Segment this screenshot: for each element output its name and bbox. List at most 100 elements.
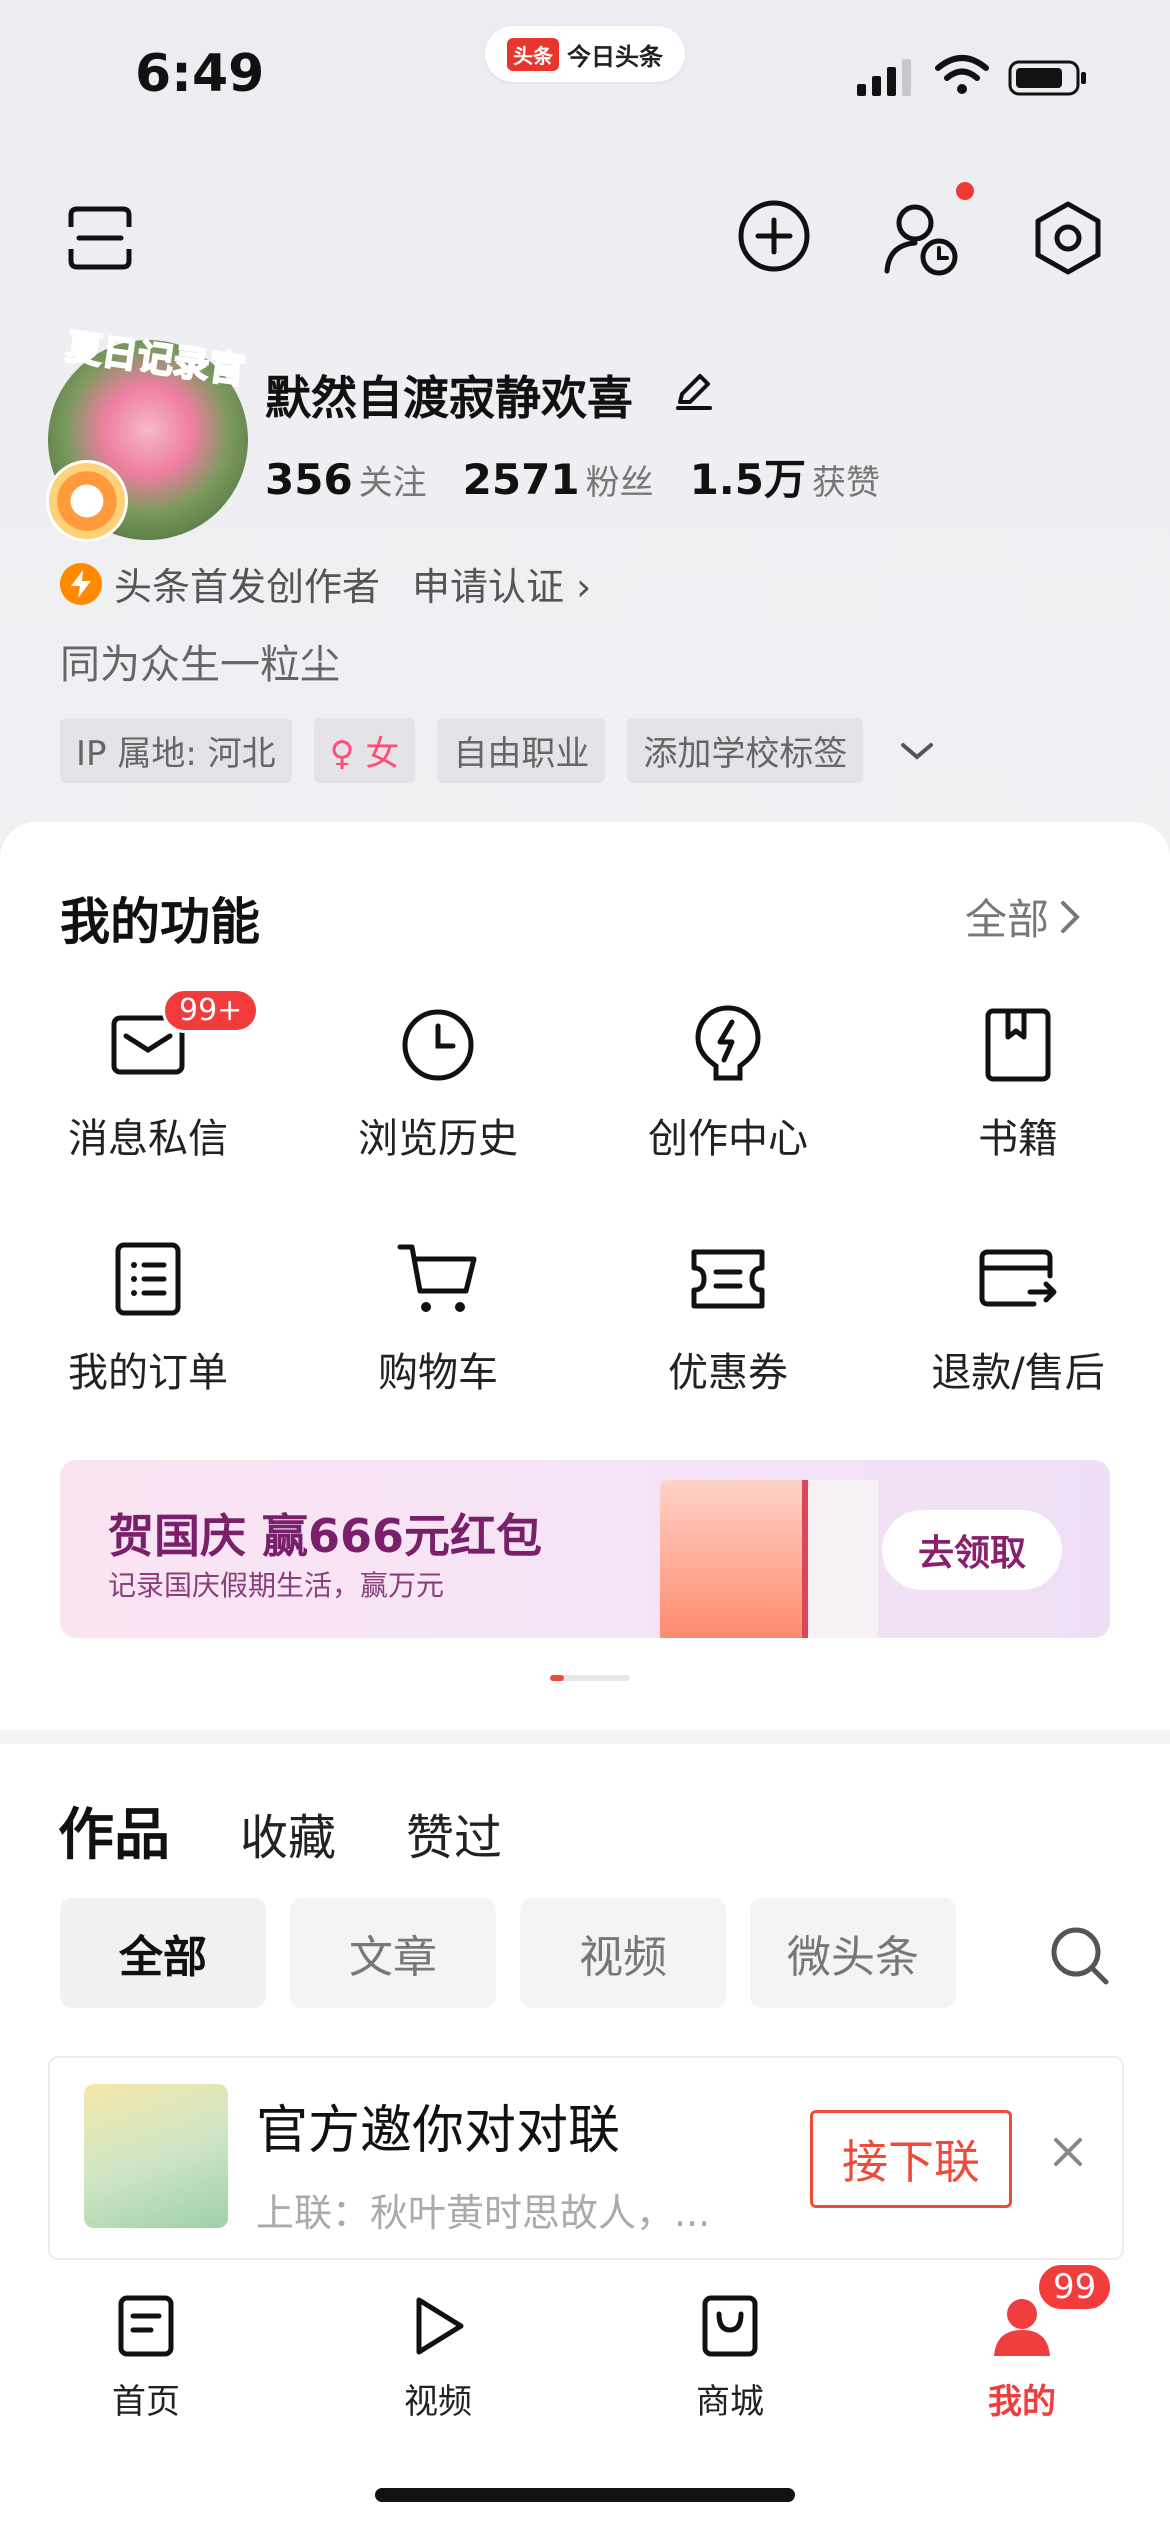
app-logo-badge: 头条 <box>507 37 559 71</box>
function-label: 浏览历史 <box>358 1116 518 1162</box>
chevron-down-icon[interactable] <box>899 739 935 763</box>
nav-label: 首页 <box>112 2382 180 2422</box>
banner-door-illustration <box>802 1480 878 1638</box>
profile-stats: 356 关注 2571 粉丝 1.5万 获赞 <box>265 446 916 507</box>
filter-micro-posts[interactable]: 微头条 <box>750 1898 956 2008</box>
function-label: 我的订单 <box>68 1350 228 1396</box>
nav-mall[interactable]: 商城 <box>650 2288 810 2423</box>
bolt-bulb-icon <box>695 1005 761 1081</box>
ip-location-tag: IP 属地: 河北 <box>60 718 292 783</box>
teapot-image <box>84 2084 228 2228</box>
lightning-icon <box>60 562 102 605</box>
nav-label: 视频 <box>404 2382 472 2422</box>
works-filter-row: 全部 文章 视频 微头条 <box>60 1898 956 2008</box>
avatar[interactable]: 夏日记录官 <box>46 326 248 542</box>
cellular-signal-icon <box>857 59 911 96</box>
username: 默然自渡寂静欢喜 <box>265 371 633 425</box>
profile-bio: 同为众生一粒尘 <box>60 642 340 688</box>
add-school-tag[interactable]: 添加学校标签 <box>627 718 864 783</box>
cart-icon <box>397 1244 477 1312</box>
works-tabs: 作品 收藏 赞过 <box>58 1790 502 1871</box>
function-coupons[interactable]: 优惠券 <box>618 1234 838 1398</box>
followers-label: 粉丝 <box>585 463 654 503</box>
functions-all-link[interactable]: 全部 <box>965 886 1081 947</box>
functions-title: 我的功能 <box>60 893 260 951</box>
function-label: 消息私信 <box>68 1116 228 1162</box>
tab-works[interactable]: 作品 <box>58 1790 170 1871</box>
likes-label: 获赞 <box>811 463 880 503</box>
creator-label: 头条首发创作者 <box>114 565 381 609</box>
filter-all[interactable]: 全部 <box>60 1898 266 2008</box>
messages-badge: 99+ <box>162 988 260 1033</box>
filter-videos[interactable]: 视频 <box>520 1898 726 2008</box>
function-creator-center[interactable]: 创作中心 <box>618 1000 838 1164</box>
tab-liked[interactable]: 赞过 <box>406 1798 502 1868</box>
app-indicator-pill: 头条 今日头条 <box>485 26 685 82</box>
function-label: 书籍 <box>978 1116 1058 1162</box>
clock-icon <box>402 1009 474 1081</box>
occupation-tag[interactable]: 自由职业 <box>437 718 606 783</box>
profile-tags: IP 属地: 河北 ♀ 女 自由职业 添加学校标签 <box>60 718 935 783</box>
battery-icon <box>1008 60 1086 96</box>
wifi-icon <box>935 55 989 94</box>
home-doc-icon <box>118 2295 174 2357</box>
nav-home[interactable]: 首页 <box>66 2288 226 2423</box>
nav-label: 我的 <box>988 2382 1056 2422</box>
search-icon[interactable] <box>1048 1924 1112 1988</box>
add-icon[interactable] <box>734 196 814 276</box>
function-history[interactable]: 浏览历史 <box>328 1000 548 1164</box>
couplet-promo-card[interactable]: 官方邀你对对联 上联：秋叶黄时思故人，... 接下联 <box>48 2056 1124 2260</box>
promo-subtitle: 上联：秋叶黄时思故人，... <box>256 2191 711 2235</box>
creator-row: 头条首发创作者 申请认证 › <box>60 556 591 611</box>
home-indicator[interactable] <box>375 2488 795 2502</box>
function-label: 创作中心 <box>648 1116 808 1162</box>
banner-title: 贺国庆 赢666元红包 <box>108 1509 543 1563</box>
settings-icon[interactable] <box>1026 196 1110 280</box>
function-orders[interactable]: 我的订单 <box>38 1234 258 1398</box>
chevron-right-icon <box>1061 900 1080 933</box>
promo-title: 官方邀你对对联 <box>256 2101 621 2161</box>
status-bar: 6:49 头条 今日头条 <box>0 0 1170 150</box>
function-books[interactable]: 书籍 <box>908 1000 1128 1164</box>
bottom-navigation: 首页 视频 商城 我的 <box>0 2270 1170 2430</box>
likes-count[interactable]: 1.5万 <box>690 446 806 507</box>
swim-ring-icon <box>46 460 128 542</box>
nav-video[interactable]: 视频 <box>358 2288 518 2423</box>
tab-favorites[interactable]: 收藏 <box>240 1798 336 1868</box>
section-divider <box>0 1730 1170 1744</box>
notification-dot <box>956 182 974 200</box>
banner-subtitle: 记录国庆假期生活，赢万元 <box>108 1569 445 1602</box>
followers-count[interactable]: 2571 <box>463 455 580 504</box>
following-label: 关注 <box>358 463 427 503</box>
coupon-icon <box>691 1249 765 1309</box>
book-icon <box>985 1008 1051 1082</box>
banner-claim-button[interactable]: 去领取 <box>882 1510 1062 1590</box>
visitor-history-icon[interactable] <box>880 196 964 280</box>
filter-articles[interactable]: 文章 <box>290 1898 496 2008</box>
national-day-banner[interactable]: 贺国庆 赢666元红包 记录国庆假期生活，赢万元 去领取 <box>60 1460 1110 1638</box>
app-name: 今日头条 <box>567 42 663 71</box>
apply-verification-label: 申请认证 <box>412 565 565 609</box>
nav-me-badge: 99 <box>1036 2262 1114 2312</box>
edit-pencil-icon[interactable] <box>672 370 714 412</box>
scan-icon[interactable] <box>62 200 138 276</box>
promo-answer-button[interactable]: 接下联 <box>810 2110 1012 2208</box>
function-label: 退款/售后 <box>931 1350 1105 1396</box>
function-label: 购物车 <box>378 1350 498 1396</box>
close-icon[interactable] <box>1048 2132 1088 2172</box>
gender-tag: ♀ 女 <box>313 718 416 783</box>
function-label: 优惠券 <box>668 1350 788 1396</box>
refund-card-icon <box>979 1249 1057 1307</box>
chevron-right-icon: › <box>576 565 592 609</box>
play-icon <box>416 2297 464 2355</box>
apply-verification-link[interactable]: 申请认证 › <box>412 556 591 611</box>
banner-pager-active <box>550 1675 564 1681</box>
all-label: 全部 <box>965 895 1050 944</box>
shop-bag-icon <box>702 2295 758 2357</box>
function-cart[interactable]: 购物车 <box>328 1234 548 1398</box>
status-time: 6:49 <box>135 44 265 104</box>
order-list-icon <box>115 1242 181 1316</box>
function-refund[interactable]: 退款/售后 <box>908 1234 1128 1398</box>
following-count[interactable]: 356 <box>265 455 353 504</box>
nav-label: 商城 <box>696 2382 764 2422</box>
